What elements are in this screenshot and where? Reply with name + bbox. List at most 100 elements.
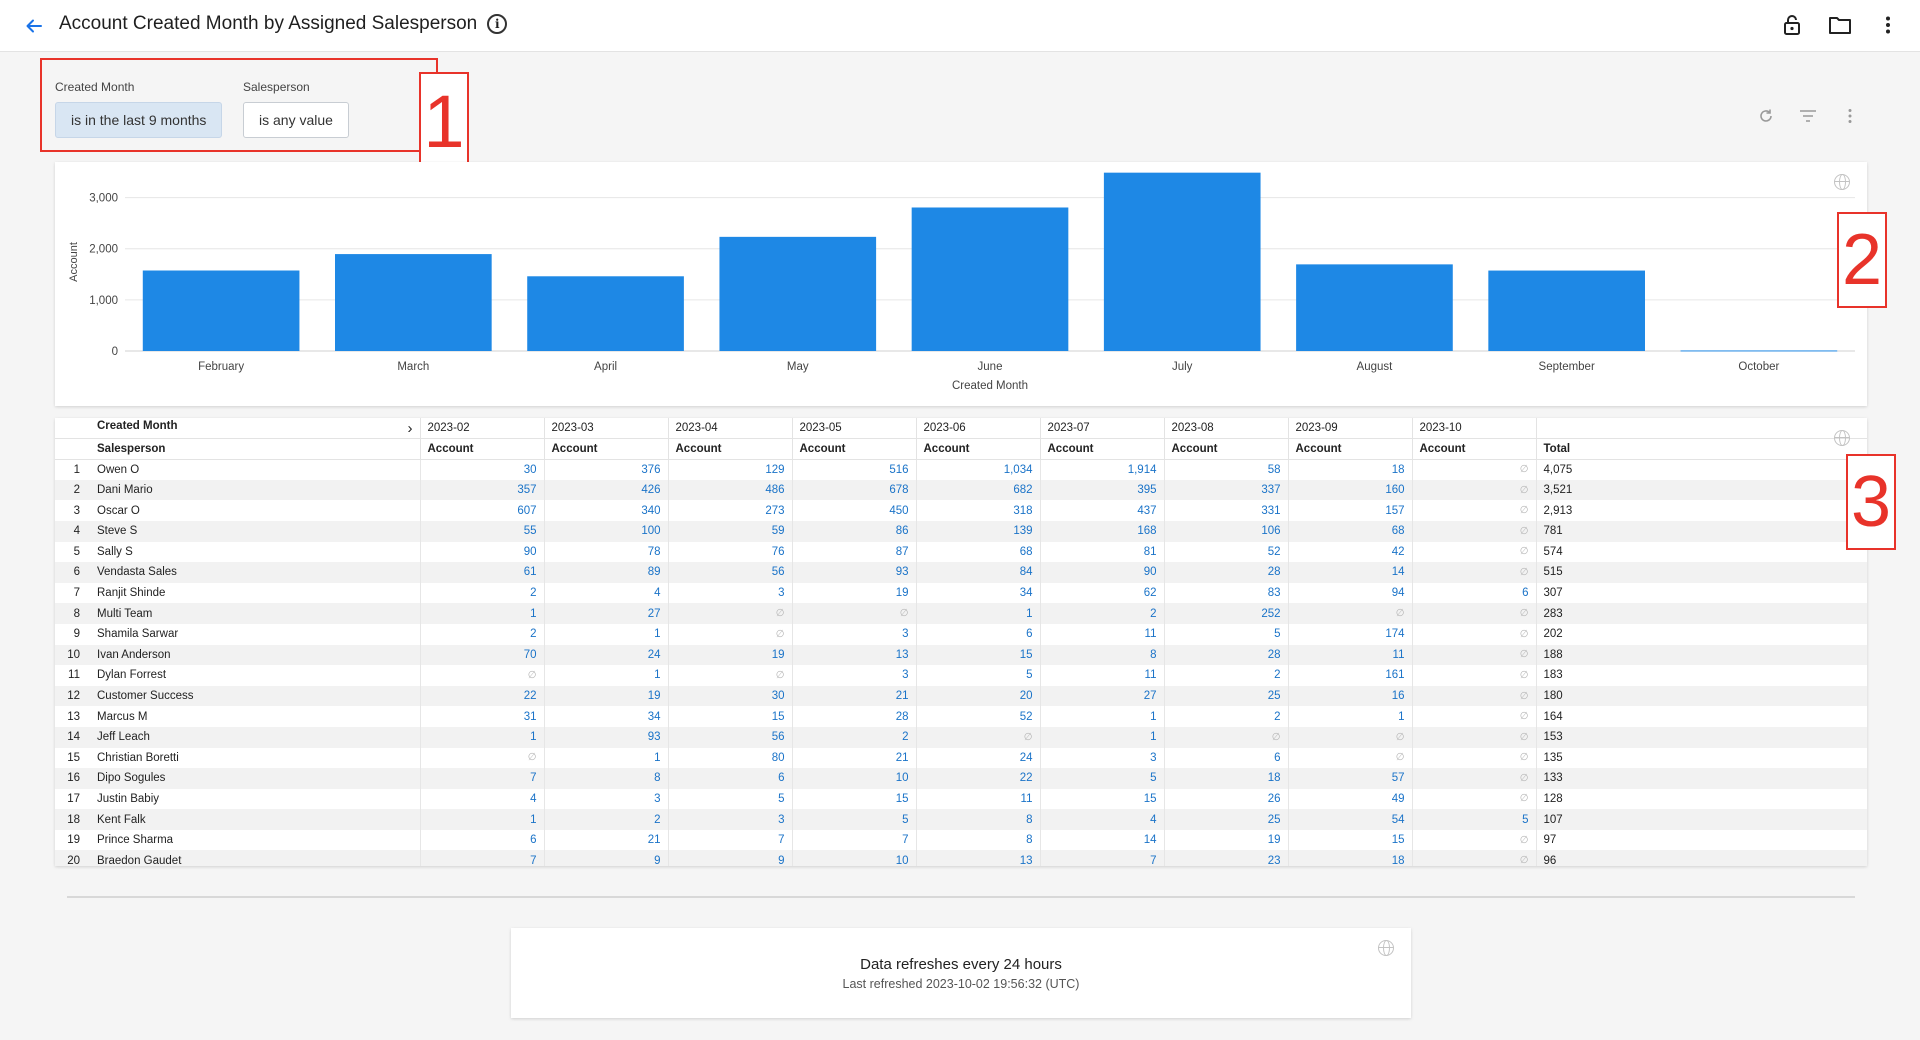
account-count-cell[interactable]: 5 (1039, 768, 1164, 789)
created-month-filter-button[interactable]: is in the last 9 months (55, 102, 223, 138)
account-count-cell[interactable]: 15 (667, 706, 792, 727)
account-count-cell[interactable]: 426 (543, 479, 668, 501)
account-count-cell[interactable]: 57 (1287, 768, 1412, 789)
account-count-cell[interactable]: 31 (419, 706, 544, 727)
account-count-cell[interactable]: 24 (543, 644, 668, 666)
table-row[interactable]: 2 Dani Mario 357 426 486 678 682 395 337 160 ∅ 3,52… (55, 479, 1867, 501)
account-count-cell[interactable]: 1 (419, 726, 544, 748)
account-count-cell[interactable]: 87 (791, 541, 916, 563)
account-count-cell[interactable]: 28 (1163, 562, 1288, 583)
account-count-cell[interactable]: 2 (419, 623, 544, 645)
account-count-cell[interactable]: 1,914 (1039, 459, 1164, 480)
account-count-cell[interactable]: 21 (791, 747, 916, 769)
account-count-cell[interactable]: 607 (419, 500, 544, 521)
account-count-cell[interactable]: 18 (1163, 768, 1288, 789)
table-row[interactable]: 19 Prince Sharma 6 21 7 7 8 14 19 15 ∅ 97 (55, 829, 1867, 851)
table-row[interactable]: 20 Braedon Gaudet 7 9 9 10 13 7 23 18 ∅ 96 (55, 850, 1867, 866)
account-count-cell[interactable]: 6 (1163, 747, 1288, 769)
account-count-cell[interactable]: 18 (1287, 850, 1412, 866)
table-row[interactable]: 1 Owen O 30 376 129 516 1,034 1,914 58 18 ∅ 4,075 (55, 459, 1867, 480)
account-count-cell[interactable]: 2 (1039, 603, 1164, 624)
account-count-cell[interactable]: 61 (419, 562, 544, 583)
account-count-cell[interactable]: 1 (543, 623, 668, 645)
account-count-cell[interactable]: 23 (1163, 850, 1288, 866)
account-count-cell[interactable]: 20 (915, 685, 1040, 707)
account-count-cell[interactable]: 19 (543, 685, 668, 707)
account-count-cell[interactable]: 59 (667, 520, 792, 542)
refresh-icon[interactable] (1756, 106, 1776, 126)
account-count-cell[interactable]: 15 (915, 644, 1040, 666)
account-count-cell[interactable]: 81 (1039, 541, 1164, 563)
account-count-cell[interactable]: 28 (1163, 644, 1288, 666)
account-count-cell[interactable]: 5 (1411, 809, 1536, 830)
account-count-cell[interactable]: 28 (791, 706, 916, 727)
account-count-cell[interactable]: 11 (1039, 665, 1164, 686)
account-count-cell[interactable]: 8 (915, 809, 1040, 830)
table-row[interactable]: 10 Ivan Anderson 70 24 19 13 15 8 28 11 ∅ 188 (55, 644, 1867, 666)
account-count-cell[interactable]: 15 (791, 788, 916, 810)
account-count-cell[interactable]: 24 (915, 747, 1040, 769)
account-count-cell[interactable]: 22 (419, 685, 544, 707)
salesperson-filter-button[interactable]: is any value (243, 102, 349, 138)
filter-icon[interactable] (1798, 106, 1818, 126)
account-count-cell[interactable]: 106 (1163, 520, 1288, 542)
account-count-cell[interactable]: 1 (543, 747, 668, 769)
account-count-cell[interactable]: 15 (1287, 829, 1412, 851)
account-count-cell[interactable]: 3 (543, 788, 668, 810)
table-row[interactable]: 4 Steve S 55 100 59 86 139 168 106 68 ∅ 781 (55, 520, 1867, 542)
account-count-cell[interactable]: 139 (915, 520, 1040, 542)
account-count-cell[interactable]: 129 (667, 459, 792, 480)
account-count-cell[interactable]: 7 (667, 829, 792, 851)
account-count-cell[interactable]: 340 (543, 500, 668, 521)
account-count-cell[interactable]: 1 (419, 603, 544, 624)
account-count-cell[interactable]: 8 (543, 768, 668, 789)
account-count-cell[interactable]: 49 (1287, 788, 1412, 810)
account-count-cell[interactable]: 19 (1163, 829, 1288, 851)
account-count-cell[interactable]: 318 (915, 500, 1040, 521)
lock-open-icon[interactable] (1778, 10, 1806, 40)
table-row[interactable]: 3 Oscar O 607 340 273 450 318 437 331 157 ∅ 2,913 (55, 500, 1867, 521)
account-count-cell[interactable]: 157 (1287, 500, 1412, 521)
account-count-cell[interactable]: 252 (1163, 603, 1288, 624)
account-count-cell[interactable]: 42 (1287, 541, 1412, 563)
account-count-cell[interactable]: 678 (791, 479, 916, 501)
account-count-cell[interactable]: 100 (543, 520, 668, 542)
account-count-cell[interactable]: 13 (791, 644, 916, 666)
account-count-cell[interactable]: 4 (543, 582, 668, 604)
account-count-cell[interactable]: 376 (543, 459, 668, 480)
account-count-cell[interactable]: 10 (791, 768, 916, 789)
account-count-cell[interactable]: 11 (1287, 644, 1412, 666)
account-count-cell[interactable]: 4 (1039, 809, 1164, 830)
table-row[interactable]: 18 Kent Falk 1 2 3 5 8 4 25 54 5 107 (55, 809, 1867, 830)
account-count-cell[interactable]: 6 (419, 829, 544, 851)
table-row[interactable]: 5 Sally S 90 78 76 87 68 81 52 42 ∅ 574 (55, 541, 1867, 563)
globe-icon[interactable] (1834, 430, 1850, 446)
account-count-cell[interactable]: 70 (419, 644, 544, 666)
account-count-cell[interactable]: 337 (1163, 479, 1288, 501)
account-count-cell[interactable]: 682 (915, 479, 1040, 501)
account-count-cell[interactable]: 56 (667, 726, 792, 748)
account-count-cell[interactable]: 68 (1287, 520, 1412, 542)
table-row[interactable]: 6 Vendasta Sales 61 89 56 93 84 90 28 14 ∅ 515 (55, 562, 1867, 583)
account-count-cell[interactable]: 22 (915, 768, 1040, 789)
account-count-cell[interactable]: 54 (1287, 809, 1412, 830)
account-count-cell[interactable]: 13 (915, 850, 1040, 866)
account-count-cell[interactable]: 6 (1411, 582, 1536, 604)
account-count-cell[interactable]: 5 (1163, 623, 1288, 645)
account-count-cell[interactable]: 450 (791, 500, 916, 521)
folder-icon[interactable] (1826, 10, 1854, 40)
account-count-cell[interactable]: 76 (667, 541, 792, 563)
account-count-cell[interactable]: 6 (915, 623, 1040, 645)
account-count-cell[interactable]: 34 (543, 706, 668, 727)
table-row[interactable]: 16 Dipo Sogules 7 8 6 10 22 5 18 57 ∅ 133 (55, 768, 1867, 789)
account-count-cell[interactable]: 2 (1163, 706, 1288, 727)
globe-icon[interactable] (1834, 174, 1850, 190)
account-count-cell[interactable]: 273 (667, 500, 792, 521)
account-count-cell[interactable]: 2 (543, 809, 668, 830)
account-count-cell[interactable]: 80 (667, 747, 792, 769)
account-count-cell[interactable]: 437 (1039, 500, 1164, 521)
table-row[interactable]: 9 Shamila Sarwar 2 1 ∅ 3 6 11 5 174 ∅ 202 (55, 623, 1867, 645)
account-count-cell[interactable]: 21 (791, 685, 916, 707)
more-vertical-icon[interactable] (1840, 106, 1860, 126)
table-row[interactable]: 11 Dylan Forrest ∅ 1 ∅ 3 5 11 2 161 ∅ 183 (55, 665, 1867, 686)
